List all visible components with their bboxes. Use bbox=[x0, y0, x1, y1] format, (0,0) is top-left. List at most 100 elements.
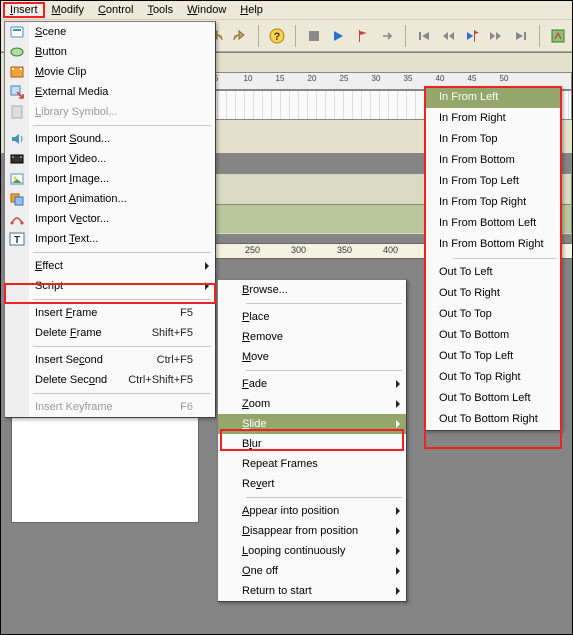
menu-item-scene[interactable]: Scene bbox=[5, 22, 215, 42]
menu-item-fade[interactable]: Fade bbox=[218, 374, 406, 394]
help-button[interactable]: ? bbox=[267, 25, 287, 47]
flag-button[interactable] bbox=[352, 25, 372, 47]
menu-item-insert-second[interactable]: Insert Second Ctrl+F5 bbox=[5, 350, 215, 370]
menubar-help[interactable]: Help bbox=[233, 2, 270, 18]
menu-item-insert-frame[interactable]: Insert FrameF5 bbox=[5, 303, 215, 323]
menu-item-out-to-bottom-left[interactable]: Out To Bottom Left bbox=[425, 388, 561, 409]
menu-item-button[interactable]: Button bbox=[5, 42, 215, 62]
menu-item-browse[interactable]: Browse... bbox=[218, 280, 406, 300]
menu-item-in-from-bottom-right[interactable]: In From Bottom Right bbox=[425, 234, 561, 255]
shortcut: Ctrl+F5 bbox=[137, 350, 193, 370]
redo-button[interactable] bbox=[230, 25, 250, 47]
menu-item-remove[interactable]: Remove bbox=[218, 327, 406, 347]
menu-item-repeat-frames[interactable]: Repeat Frames bbox=[218, 454, 406, 474]
menu-item-in-from-top-left[interactable]: In From Top Left bbox=[425, 171, 561, 192]
menu-item-import-animation[interactable]: Import Animation... bbox=[5, 189, 215, 209]
menu-item-disappear-from[interactable]: Disappear from position bbox=[218, 521, 406, 541]
menubar-insert[interactable]: Insert bbox=[3, 2, 45, 18]
menu-item-import-vector[interactable]: Import Vector... bbox=[5, 209, 215, 229]
menu-separator bbox=[33, 393, 211, 394]
menu-item-out-to-left[interactable]: Out To Left bbox=[425, 262, 561, 283]
menu-item-in-from-top[interactable]: In From Top bbox=[425, 129, 561, 150]
toolbar-sep-3 bbox=[405, 25, 406, 47]
label: In From Top bbox=[439, 129, 498, 150]
label: Insert Second bbox=[35, 350, 103, 370]
menu-item-import-sound[interactable]: Import Sound... bbox=[5, 129, 215, 149]
menu-item-external-media[interactable]: External Media bbox=[5, 82, 215, 102]
label: Remove bbox=[242, 327, 283, 347]
label: Import Animation... bbox=[35, 189, 127, 209]
label: In From Top Left bbox=[439, 171, 519, 192]
fast-forward-button[interactable] bbox=[486, 25, 506, 47]
label: Slide bbox=[242, 414, 266, 434]
text-icon: T bbox=[8, 230, 26, 248]
menu-separator bbox=[246, 370, 402, 371]
menu-separator bbox=[33, 346, 211, 347]
label: Import Sound... bbox=[35, 129, 110, 149]
label: Delete Frame bbox=[35, 323, 102, 343]
label: Button bbox=[35, 42, 67, 62]
shortcut: Shift+F5 bbox=[132, 323, 193, 343]
label: Repeat Frames bbox=[242, 454, 318, 474]
menu-item-return-start[interactable]: Return to start bbox=[218, 581, 406, 601]
stop-button[interactable] bbox=[304, 25, 324, 47]
menu-item-out-to-bottom-right[interactable]: Out To Bottom Right bbox=[425, 409, 561, 430]
menu-item-in-from-left[interactable]: In From Left bbox=[425, 87, 561, 108]
menu-item-appear-into[interactable]: Appear into position bbox=[218, 501, 406, 521]
submenu-arrow-icon bbox=[396, 420, 400, 428]
image-icon bbox=[8, 170, 26, 188]
menu-item-in-from-top-right[interactable]: In From Top Right bbox=[425, 192, 561, 213]
menu-item-out-to-top[interactable]: Out To Top bbox=[425, 304, 561, 325]
menu-item-library-symbol: Library Symbol... bbox=[5, 102, 215, 122]
menu-item-one-off[interactable]: One off bbox=[218, 561, 406, 581]
menu-item-blur[interactable]: Blur bbox=[218, 434, 406, 454]
menu-item-out-to-right[interactable]: Out To Right bbox=[425, 283, 561, 304]
play-flag-button[interactable] bbox=[462, 25, 482, 47]
menu-item-delete-second[interactable]: Delete SecondCtrl+Shift+F5 bbox=[5, 370, 215, 390]
menubar-control[interactable]: Control bbox=[91, 2, 140, 18]
menu-item-slide[interactable]: Slide bbox=[218, 414, 406, 434]
goto-end-button[interactable] bbox=[511, 25, 531, 47]
shortcut: Ctrl+Shift+F5 bbox=[108, 370, 193, 390]
menu-item-movie-clip[interactable]: Movie Clip bbox=[5, 62, 215, 82]
menu-item-out-to-top-right[interactable]: Out To Top Right bbox=[425, 367, 561, 388]
menu-item-effect[interactable]: Effect bbox=[5, 256, 215, 276]
menu-item-in-from-bottom[interactable]: In From Bottom bbox=[425, 150, 561, 171]
arrow-right-icon[interactable] bbox=[377, 25, 397, 47]
label: Out To Top Right bbox=[439, 367, 521, 388]
menu-item-script[interactable]: Script bbox=[5, 276, 215, 296]
menu-item-in-from-right[interactable]: In From Right bbox=[425, 108, 561, 129]
svg-text:T: T bbox=[14, 235, 20, 246]
menu-item-out-to-top-left[interactable]: Out To Top Left bbox=[425, 346, 561, 367]
menu-separator bbox=[453, 258, 557, 259]
menubar-tools[interactable]: Tools bbox=[140, 2, 180, 18]
menu-item-import-video[interactable]: Import Video... bbox=[5, 149, 215, 169]
label: External Media bbox=[35, 82, 108, 102]
label: Scene bbox=[35, 22, 66, 42]
menu-item-in-from-bottom-left[interactable]: In From Bottom Left bbox=[425, 213, 561, 234]
label: Out To Bottom bbox=[439, 325, 509, 346]
menu-item-import-image[interactable]: Import Image... bbox=[5, 169, 215, 189]
tools-button[interactable] bbox=[548, 25, 568, 47]
rewind-button[interactable] bbox=[438, 25, 458, 47]
menu-item-out-to-bottom[interactable]: Out To Bottom bbox=[425, 325, 561, 346]
menubar-window[interactable]: Window bbox=[180, 2, 233, 18]
goto-start-button[interactable] bbox=[414, 25, 434, 47]
label: In From Bottom Left bbox=[439, 213, 536, 234]
play-button[interactable] bbox=[328, 25, 348, 47]
label: Zoom bbox=[242, 394, 270, 414]
menu-item-zoom[interactable]: Zoom bbox=[218, 394, 406, 414]
menu-item-move[interactable]: Move bbox=[218, 347, 406, 367]
submenu-arrow-icon bbox=[396, 400, 400, 408]
shortcut: F6 bbox=[160, 397, 193, 417]
menu-item-place[interactable]: Place bbox=[218, 307, 406, 327]
menu-item-looping[interactable]: Looping continuously bbox=[218, 541, 406, 561]
menu-item-revert[interactable]: Revert bbox=[218, 474, 406, 494]
menu-separator bbox=[246, 497, 402, 498]
menu-separator bbox=[246, 303, 402, 304]
menu-item-delete-frame[interactable]: Delete Frame Shift+F5 bbox=[5, 323, 215, 343]
label: Revert bbox=[242, 474, 274, 494]
label: Out To Right bbox=[439, 283, 500, 304]
menu-item-import-text[interactable]: TImport Text... bbox=[5, 229, 215, 249]
menubar-modify[interactable]: Modify bbox=[45, 2, 91, 18]
